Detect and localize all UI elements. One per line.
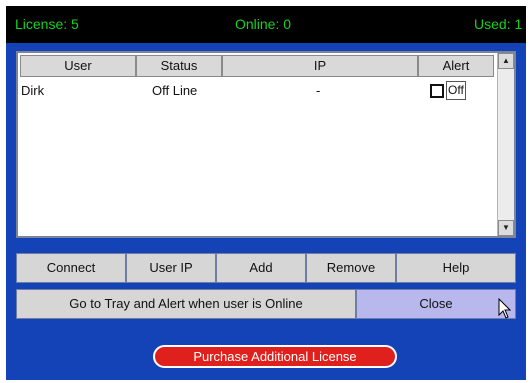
scroll-up-arrow-icon[interactable]: ▲	[498, 53, 514, 69]
row-status: Off Line	[152, 83, 198, 98]
user-ip-button[interactable]: User IP	[126, 253, 216, 283]
close-button[interactable]: Close	[356, 289, 516, 319]
remove-button[interactable]: Remove	[306, 253, 396, 283]
alert-checkbox[interactable]	[430, 84, 444, 98]
vertical-scrollbar[interactable]: ▲ ▼	[497, 53, 514, 236]
alert-value[interactable]: Off	[446, 81, 466, 100]
column-header-alert[interactable]: Alert	[418, 55, 494, 77]
mouse-cursor-icon	[498, 298, 512, 319]
purchase-license-button[interactable]: Purchase Additional License	[153, 345, 397, 368]
used-count: Used: 1	[474, 16, 523, 32]
add-button[interactable]: Add	[216, 253, 306, 283]
license-count: License: 5	[15, 16, 79, 32]
help-button[interactable]: Help	[396, 253, 516, 283]
user-list[interactable]: User Status IP Alert Dirk Off Line - Off…	[16, 51, 516, 238]
scroll-down-arrow-icon[interactable]: ▼	[498, 220, 514, 236]
row-user: Dirk	[21, 83, 45, 98]
column-header-status[interactable]: Status	[136, 55, 222, 77]
column-header-ip[interactable]: IP	[222, 55, 418, 77]
tray-alert-button[interactable]: Go to Tray and Alert when user is Online	[16, 289, 356, 319]
online-count: Online: 0	[235, 16, 292, 32]
column-header-user[interactable]: User	[20, 55, 136, 77]
app-window: License: 5 Online: 0 Used: 1 User Status…	[6, 6, 526, 380]
connect-button[interactable]: Connect	[16, 253, 126, 283]
status-bar: License: 5 Online: 0 Used: 1	[6, 6, 526, 43]
row-ip: -	[316, 83, 321, 98]
